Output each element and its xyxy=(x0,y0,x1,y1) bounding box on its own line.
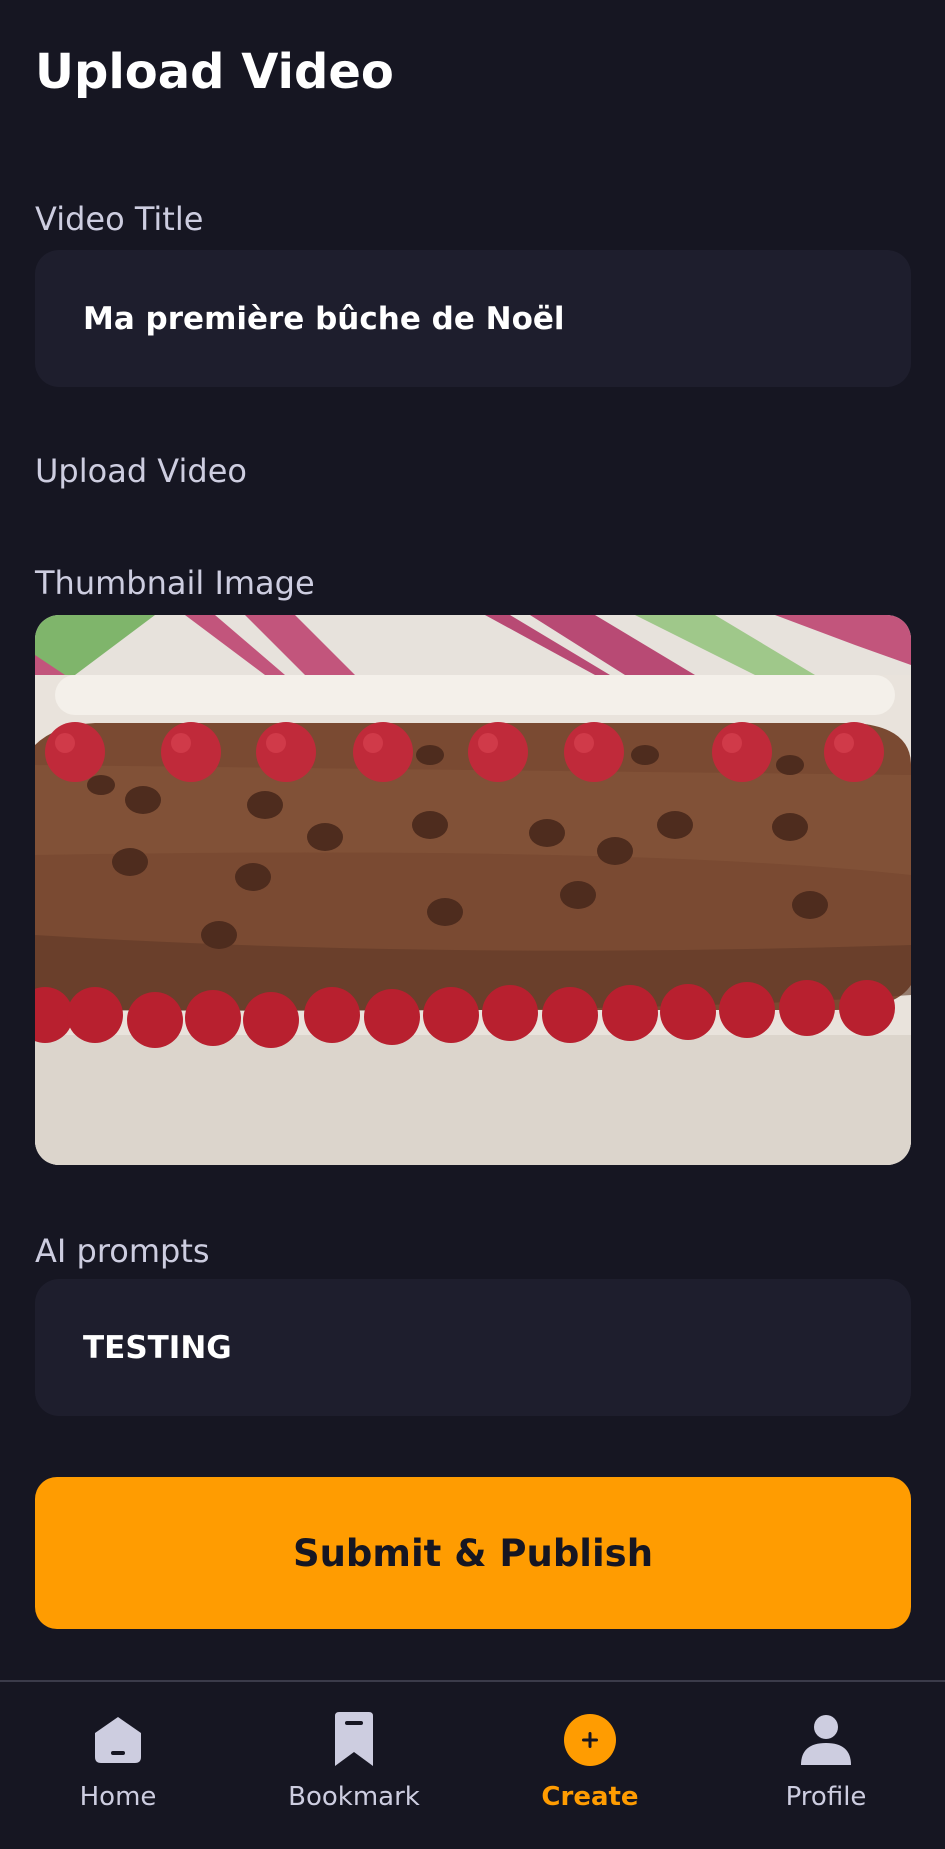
thumbnail-label: Thumbnail Image xyxy=(35,564,315,602)
video-title-value: Ma première bûche de Noël xyxy=(83,300,565,337)
video-title-label: Video Title xyxy=(35,200,204,238)
tab-bookmark[interactable]: Bookmark xyxy=(264,1712,444,1832)
ai-prompt-value: TESTING xyxy=(83,1329,232,1366)
page-title: Upload Video xyxy=(35,44,394,100)
tab-create-label: Create xyxy=(541,1782,639,1812)
ai-prompt-field[interactable]: TESTING xyxy=(35,1279,911,1416)
profile-icon xyxy=(798,1712,854,1768)
upload-video-screen: Upload Video Video Title Ma première bûc… xyxy=(0,0,945,1849)
tab-home-label: Home xyxy=(79,1782,157,1812)
plus-circle-icon xyxy=(562,1712,618,1768)
submit-publish-button[interactable]: Submit & Publish xyxy=(35,1477,911,1629)
thumbnail-photo xyxy=(35,615,911,1165)
ai-prompt-label: AI prompts xyxy=(35,1232,210,1270)
tab-create[interactable]: Create xyxy=(500,1712,680,1832)
bottom-tab-bar: Home Bookmark Create Profile xyxy=(0,1680,945,1849)
home-icon xyxy=(90,1712,146,1768)
bookmark-icon xyxy=(326,1712,382,1768)
tab-bookmark-label: Bookmark xyxy=(288,1782,420,1812)
submit-publish-label: Submit & Publish xyxy=(292,1531,654,1575)
tab-home[interactable]: Home xyxy=(28,1712,208,1832)
thumbnail-image[interactable] xyxy=(35,615,911,1165)
tab-profile[interactable]: Profile xyxy=(736,1712,916,1832)
video-title-field[interactable]: Ma première bûche de Noël xyxy=(35,250,911,387)
upload-video-label: Upload Video xyxy=(35,452,247,490)
tab-profile-label: Profile xyxy=(785,1782,867,1812)
